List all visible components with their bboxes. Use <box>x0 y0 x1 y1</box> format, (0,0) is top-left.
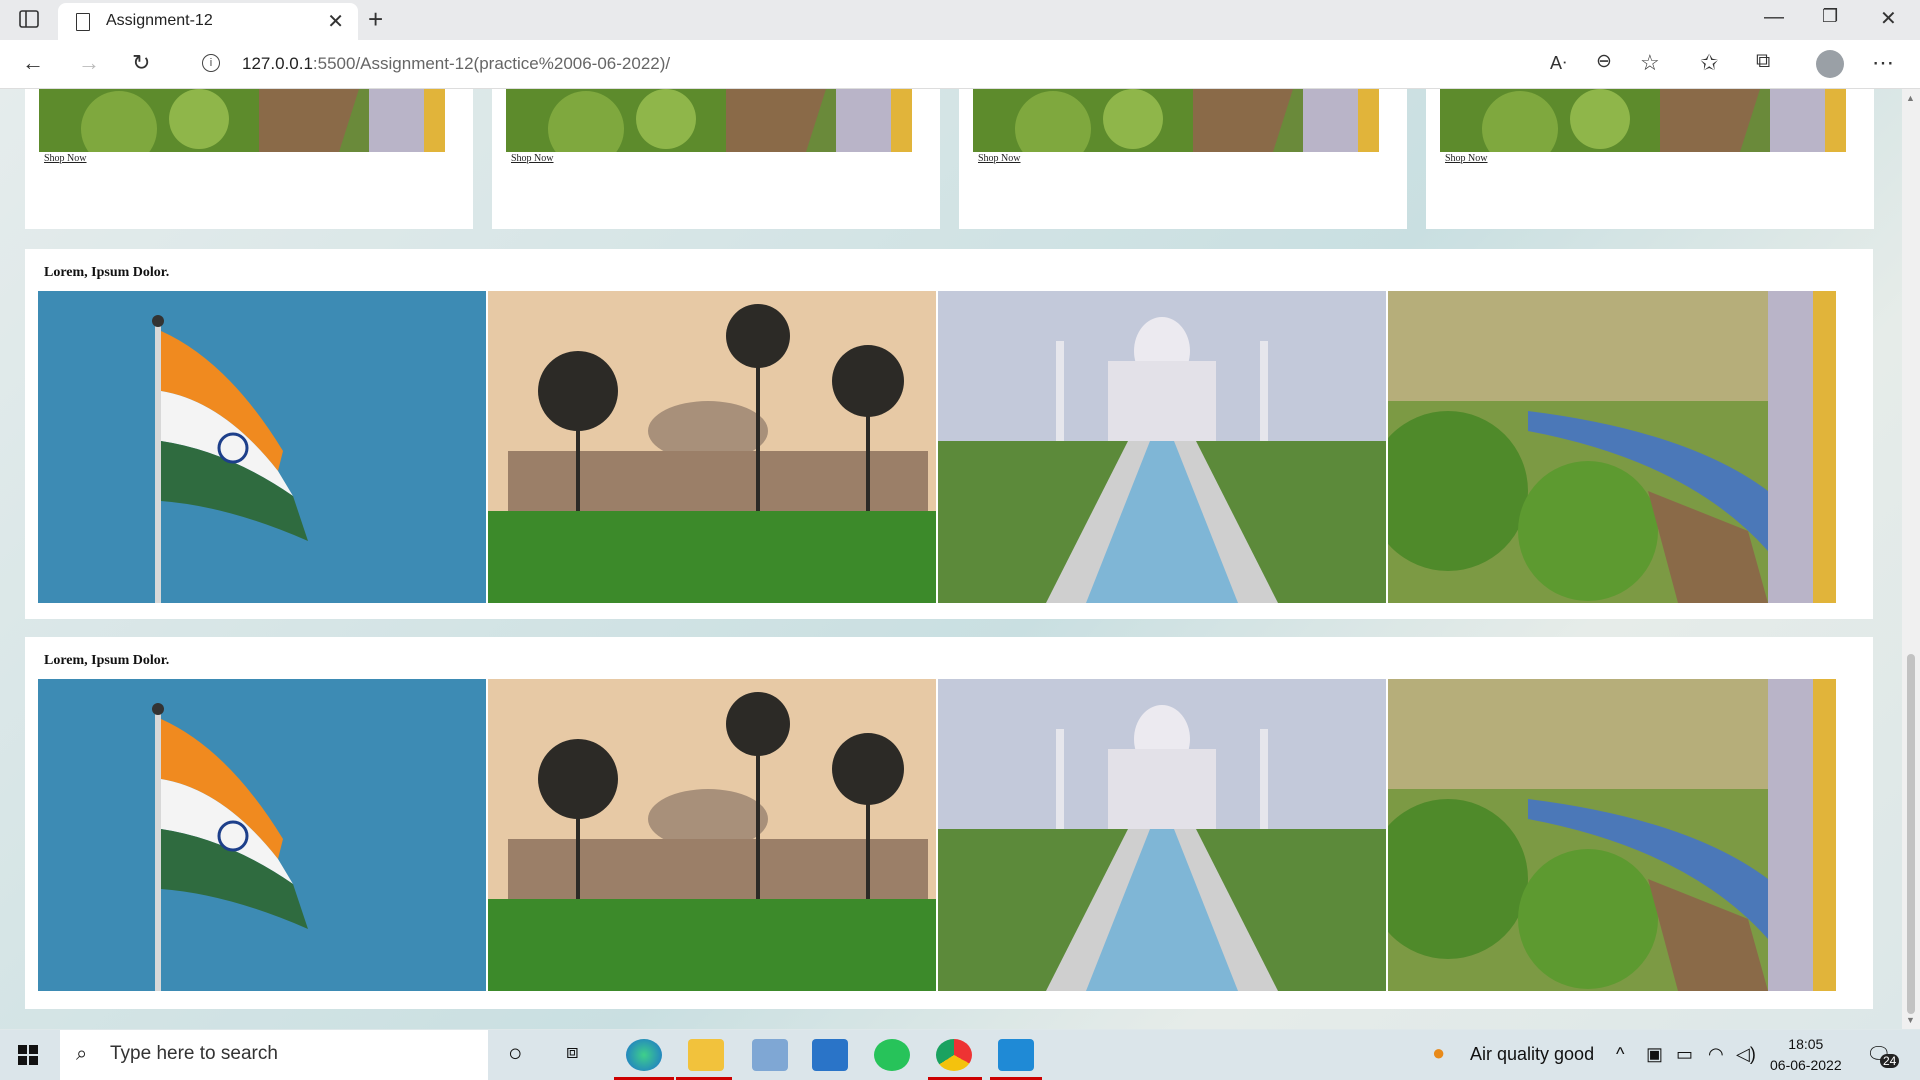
search-icon: ⌕ <box>76 1043 88 1065</box>
clock-date: 06-06-2022 <box>1770 1057 1842 1073</box>
close-window-icon[interactable]: ✕ <box>1880 6 1897 31</box>
section-heading: Lorem, Ipsum Dolor. <box>44 653 170 668</box>
file-explorer-icon[interactable] <box>688 1039 724 1071</box>
gallery-section: Lorem, Ipsum Dolor. <box>25 637 1873 1009</box>
favorites-icon[interactable]: ✩ <box>1700 50 1718 76</box>
browser-tab[interactable]: Assignment-12 ✕ <box>58 3 358 40</box>
scroll-down-icon[interactable]: ▼ <box>1906 1015 1915 1025</box>
new-tab-icon[interactable]: + <box>368 4 383 35</box>
refresh-icon[interactable]: ↻ <box>132 50 150 76</box>
shop-now-link[interactable]: Shop Now <box>511 153 554 164</box>
minimize-icon[interactable]: — <box>1764 6 1784 29</box>
show-hidden-icons[interactable]: ^ <box>1616 1044 1624 1065</box>
gallery-section: Lorem, Ipsum Dolor. <box>25 249 1873 619</box>
url-text[interactable]: 127.0.0.1:5500/Assignment-12(practice%20… <box>242 54 670 74</box>
section-heading: Lorem, Ipsum Dolor. <box>44 265 170 280</box>
shop-now-link[interactable]: Shop Now <box>978 153 1021 164</box>
browser-nav-bar: ← → ↻ i 127.0.0.1:5500/Assignment-12(pra… <box>0 40 1920 89</box>
whatsapp-icon[interactable] <box>874 1039 910 1071</box>
notification-count: 24 <box>1880 1054 1900 1068</box>
taskbar-search-box[interactable]: ⌕ Type here to search <box>60 1030 488 1080</box>
forward-icon: → <box>78 50 100 75</box>
collections-icon[interactable]: ⧉ <box>1756 50 1770 73</box>
image-indian-flag <box>38 291 486 603</box>
edge-browser-icon[interactable] <box>626 1039 662 1071</box>
tab-title: Assignment-12 <box>106 12 213 29</box>
product-card: Shop Now <box>492 89 940 229</box>
card-image-train <box>973 89 1379 152</box>
more-menu-icon[interactable]: ⋯ <box>1872 50 1894 76</box>
mail-icon[interactable] <box>812 1039 848 1071</box>
image-indian-flag <box>38 679 486 991</box>
image-taj-mahal <box>938 679 1386 991</box>
card-image-train <box>506 89 912 152</box>
card-image-train <box>39 89 445 152</box>
scrollbar-thumb[interactable] <box>1907 654 1915 1014</box>
image-taj-mahal <box>938 291 1386 603</box>
battery-icon[interactable]: ▭ <box>1676 1044 1693 1065</box>
read-aloud-icon[interactable]: Aᐧ <box>1550 53 1567 74</box>
page-scrollbar[interactable]: ▲ ▼ <box>1902 89 1920 1029</box>
shop-now-link[interactable]: Shop Now <box>1445 153 1488 164</box>
product-card: Shop Now <box>959 89 1407 229</box>
image-palace-with-palms <box>488 679 936 991</box>
image-train-through-hills <box>1388 291 1836 603</box>
search-placeholder: Type here to search <box>110 1043 278 1064</box>
browser-tab-bar: Assignment-12 ✕ + — ❐ ✕ <box>0 0 1920 40</box>
tab-actions-icon[interactable] <box>18 8 40 30</box>
page-viewport: Shop Now Shop Now Shop Now Shop Now Lore… <box>0 89 1902 1029</box>
task-view-icon[interactable]: ⧈ <box>566 1041 579 1064</box>
scroll-up-icon[interactable]: ▲ <box>1906 93 1915 103</box>
taskbar-clock[interactable]: 18:05 06-06-2022 <box>1770 1034 1842 1076</box>
windows-taskbar: ⌕ Type here to search ○ ⧈ ● Air quality … <box>0 1030 1920 1080</box>
product-card: Shop Now <box>1426 89 1874 229</box>
restore-icon[interactable]: ❐ <box>1822 6 1838 27</box>
vscode-icon[interactable] <box>998 1039 1034 1071</box>
profile-avatar[interactable] <box>1816 50 1844 78</box>
image-palace-with-palms <box>488 291 936 603</box>
add-favorite-icon[interactable]: ☆ <box>1640 50 1660 76</box>
weather-text[interactable]: Air quality good <box>1470 1044 1594 1065</box>
cortana-icon[interactable]: ○ <box>508 1040 523 1068</box>
wifi-icon[interactable]: ◠ <box>1708 1044 1724 1065</box>
shop-now-link[interactable]: Shop Now <box>44 153 87 164</box>
back-icon[interactable]: ← <box>22 50 44 76</box>
weather-icon[interactable]: ● <box>1432 1040 1445 1066</box>
clock-time: 18:05 <box>1788 1036 1824 1052</box>
volume-icon[interactable]: ◁) <box>1736 1044 1756 1065</box>
chrome-icon[interactable] <box>936 1039 972 1071</box>
site-info-icon[interactable]: i <box>202 54 220 72</box>
page-icon <box>76 13 90 31</box>
close-tab-icon[interactable]: ✕ <box>327 9 344 34</box>
meet-now-icon[interactable]: ▣ <box>1646 1044 1663 1065</box>
address-bar[interactable]: i 127.0.0.1:5500/Assignment-12(practice%… <box>180 46 1704 82</box>
image-train-through-hills <box>1388 679 1836 991</box>
computer-app-icon[interactable] <box>752 1039 788 1071</box>
zoom-out-icon[interactable]: ⊖ <box>1596 50 1612 73</box>
card-image-train <box>1440 89 1846 152</box>
product-card: Shop Now <box>25 89 473 229</box>
windows-start-icon[interactable] <box>18 1045 38 1065</box>
